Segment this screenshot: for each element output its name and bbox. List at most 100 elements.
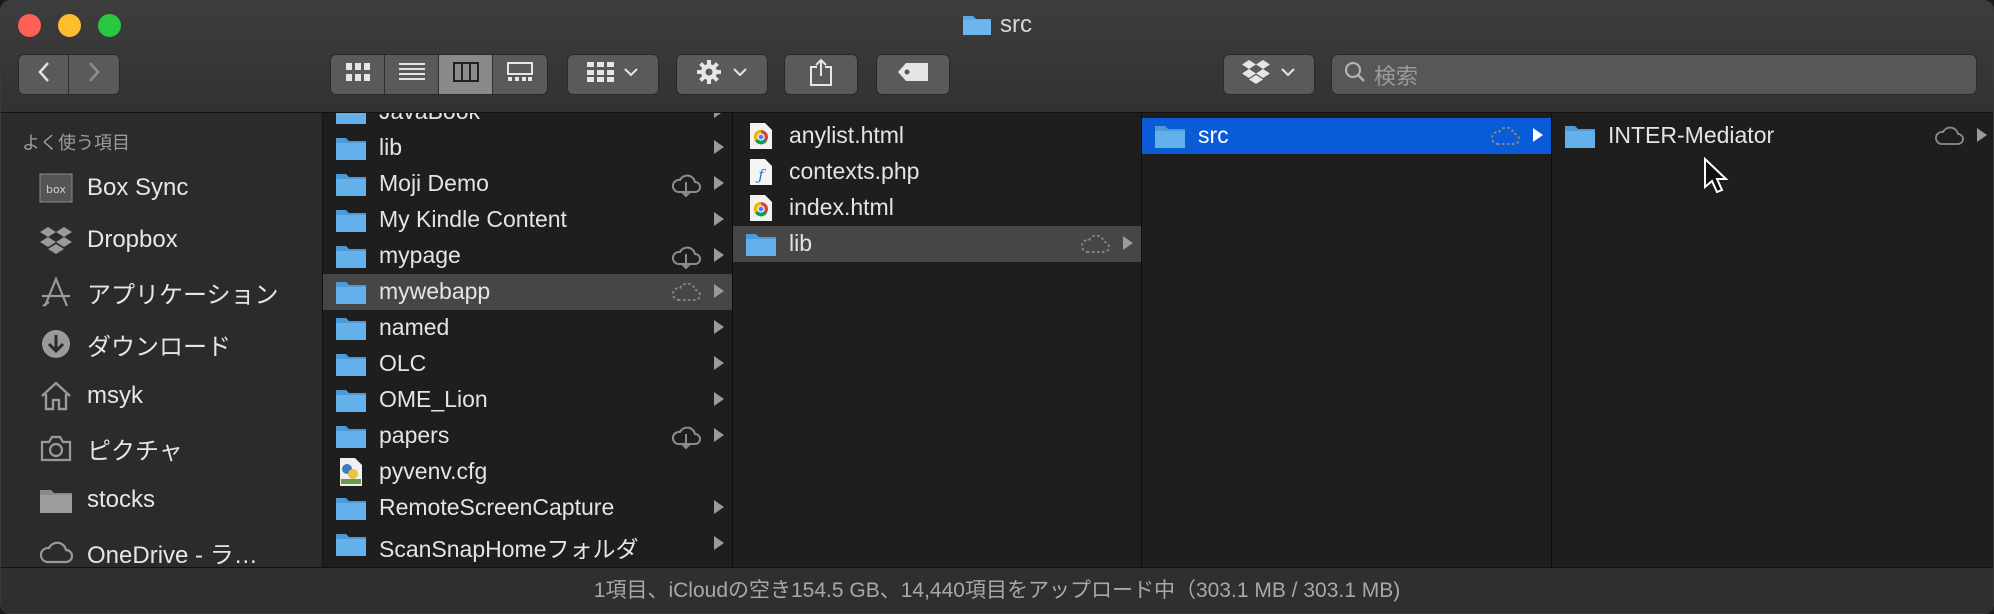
- file-row-javabook[interactable]: JavaBook: [323, 113, 732, 130]
- back-button[interactable]: [19, 55, 69, 94]
- file-row-anylist-html[interactable]: anylist.html: [733, 118, 1141, 154]
- icloud-dashed-icon: [670, 280, 702, 309]
- icon-view-icon: [345, 63, 370, 86]
- disclosure-arrow-icon: [714, 428, 724, 442]
- file-row-my-kindle-content[interactable]: My Kindle Content: [323, 202, 732, 238]
- folder-icon: [335, 113, 367, 127]
- file-row-remotescreencapture[interactable]: RemoteScreenCapture: [323, 490, 732, 526]
- file-row-scansnaphome[interactable]: ScanSnapHomeフォルダ: [323, 526, 732, 562]
- folder-icon: [1564, 121, 1596, 151]
- tag-button[interactable]: [876, 54, 950, 95]
- sidebar-item-applications[interactable]: アプリケーション: [1, 272, 322, 312]
- file-name: lib: [789, 230, 813, 256]
- file-name: anylist.html: [789, 122, 905, 148]
- folder-icon: [335, 169, 367, 199]
- sidebar-item-label: Dropbox: [87, 226, 178, 253]
- list-view-icon: [398, 62, 425, 87]
- icloud-download-icon[interactable]: [670, 172, 702, 203]
- file-row-named[interactable]: named: [323, 310, 732, 346]
- sidebar-item-label: msyk: [87, 382, 143, 409]
- toolbar: src 検索: [1, 1, 1993, 113]
- file-row-index-html[interactable]: index.html: [733, 190, 1141, 226]
- icloud-dashed-icon: [1079, 232, 1111, 261]
- sidebar-item-label: Box Sync: [87, 174, 189, 201]
- sidebar-item-home[interactable]: msyk: [1, 376, 322, 416]
- gallery-view-button[interactable]: [493, 55, 547, 94]
- sidebar-item-label: stocks: [87, 486, 156, 513]
- disclosure-arrow-icon: [714, 284, 724, 298]
- sidebar-item-box-sync[interactable]: box Box Sync: [1, 168, 322, 208]
- gallery-view-icon: [507, 62, 533, 87]
- folder-icon: [335, 241, 367, 271]
- icon-view-button[interactable]: [331, 55, 385, 94]
- file-name: mywebapp: [379, 278, 491, 304]
- sidebar-item-stocks[interactable]: stocks: [1, 480, 322, 520]
- folder-icon: [335, 493, 367, 523]
- browser-column-3: src: [1142, 113, 1552, 567]
- sidebar-item-onedrive[interactable]: OneDrive - ラ…: [1, 532, 322, 567]
- file-row-ome-lion[interactable]: OME_Lion: [323, 382, 732, 418]
- disclosure-arrow-icon: [714, 212, 724, 226]
- disclosure-arrow-icon: [1533, 128, 1543, 142]
- search-icon: [1344, 61, 1366, 89]
- cfg-file-icon: [335, 457, 367, 487]
- file-row-lib[interactable]: lib: [323, 130, 732, 166]
- sidebar-item-label: ピクチャ: [87, 437, 183, 465]
- folder-icon: [335, 529, 367, 559]
- share-icon: [809, 58, 833, 91]
- file-row-mypage[interactable]: mypage: [323, 238, 732, 274]
- file-row-pyvenv-cfg[interactable]: pyvenv.cfg: [323, 454, 732, 490]
- file-name: papers: [379, 422, 450, 448]
- disclosure-arrow-icon: [714, 248, 724, 262]
- browser-column-2: anylist.html ƒ contexts.php index.html lib: [733, 113, 1142, 567]
- mouse-cursor-icon: [1703, 156, 1729, 200]
- dropbox-button[interactable]: [1223, 54, 1315, 95]
- sidebar-item-label: ダウンロード: [87, 333, 231, 361]
- file-row-papers[interactable]: papers: [323, 418, 732, 454]
- dropbox-icon: [1242, 59, 1296, 90]
- icloud-download-icon[interactable]: [670, 424, 702, 455]
- list-view-button[interactable]: [385, 55, 439, 94]
- file-row-lib[interactable]: lib: [733, 226, 1141, 262]
- file-row-olc[interactable]: OLC: [323, 346, 732, 382]
- nav-buttons: [18, 54, 120, 95]
- action-button[interactable]: [676, 54, 768, 95]
- sidebar-item-downloads[interactable]: ダウンロード: [1, 324, 322, 364]
- disclosure-arrow-icon: [714, 113, 724, 118]
- disclosure-arrow-icon: [714, 176, 724, 190]
- disclosure-arrow-icon: [714, 356, 724, 370]
- file-name: RemoteScreenCapture: [379, 494, 615, 520]
- view-mode-control: [330, 54, 548, 95]
- folder-icon: [335, 385, 367, 415]
- sidebar-item-label: OneDrive - ラ…: [87, 541, 258, 568]
- gear-icon: [696, 59, 748, 90]
- download-icon: [37, 328, 75, 360]
- file-row-mywebapp[interactable]: mywebapp: [323, 274, 732, 310]
- file-name: ScanSnapHomeフォルダ: [379, 536, 639, 562]
- group-button[interactable]: [567, 54, 659, 95]
- file-name: named: [379, 314, 450, 340]
- icloud-download-icon[interactable]: [670, 244, 702, 275]
- dropbox-icon: [37, 224, 75, 256]
- file-name: pyvenv.cfg: [379, 458, 488, 484]
- folder-icon: [335, 277, 367, 307]
- sidebar-item-pictures[interactable]: ピクチャ: [1, 428, 322, 468]
- forward-icon: [87, 61, 101, 88]
- file-name: Moji Demo: [379, 170, 489, 196]
- forward-button[interactable]: [69, 55, 119, 94]
- file-row-contexts-php[interactable]: ƒ contexts.php: [733, 154, 1141, 190]
- disclosure-arrow-icon: [714, 500, 724, 514]
- chrome-file-icon: [745, 193, 777, 223]
- share-button[interactable]: [784, 54, 858, 95]
- file-row-src[interactable]: src: [1142, 118, 1551, 154]
- icloud-dashed-icon: [1489, 124, 1521, 153]
- file-name: My Kindle Content: [379, 206, 567, 232]
- file-name: mypage: [379, 242, 461, 268]
- column-view-button[interactable]: [439, 55, 493, 94]
- file-row-moji-demo[interactable]: Moji Demo: [323, 166, 732, 202]
- disclosure-arrow-icon: [714, 140, 724, 154]
- file-row-inter-mediator[interactable]: INTER-Mediator: [1552, 118, 1993, 154]
- file-name: src: [1198, 122, 1229, 148]
- search-field[interactable]: 検索: [1331, 54, 1977, 95]
- sidebar-item-dropbox[interactable]: Dropbox: [1, 220, 322, 260]
